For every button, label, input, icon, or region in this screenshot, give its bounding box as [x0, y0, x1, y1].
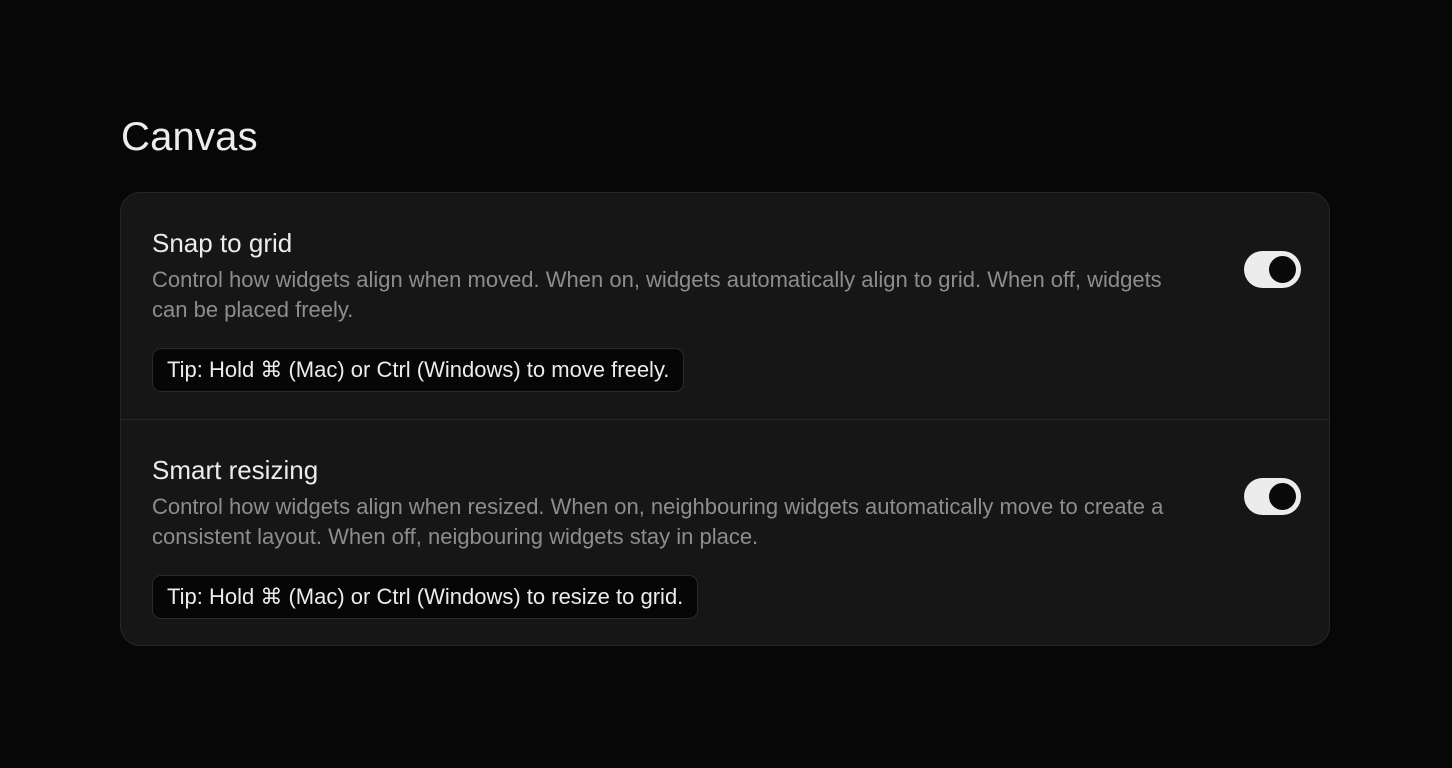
- toggle-knob: [1269, 483, 1296, 510]
- setting-row-snap-to-grid: Snap to grid Control how widgets align w…: [121, 193, 1329, 420]
- setting-title: Smart resizing: [152, 455, 319, 485]
- snap-to-grid-toggle[interactable]: [1244, 251, 1301, 288]
- tip-badge: Tip: Hold ⌘ (Mac) or Ctrl (Windows) to r…: [152, 575, 699, 619]
- setting-row-smart-resizing: Smart resizing Control how widgets align…: [121, 420, 1329, 645]
- toggle-knob: [1269, 256, 1296, 283]
- setting-description: Control how widgets align when moved. Wh…: [152, 267, 1162, 322]
- setting-title: Snap to grid: [152, 228, 293, 258]
- section-title: Canvas: [121, 115, 258, 159]
- tip-badge: Tip: Hold ⌘ (Mac) or Ctrl (Windows) to m…: [152, 348, 685, 392]
- smart-resizing-toggle[interactable]: [1244, 478, 1301, 515]
- canvas-settings-card: Snap to grid Control how widgets align w…: [120, 192, 1330, 646]
- setting-description: Control how widgets align when resized. …: [152, 494, 1164, 549]
